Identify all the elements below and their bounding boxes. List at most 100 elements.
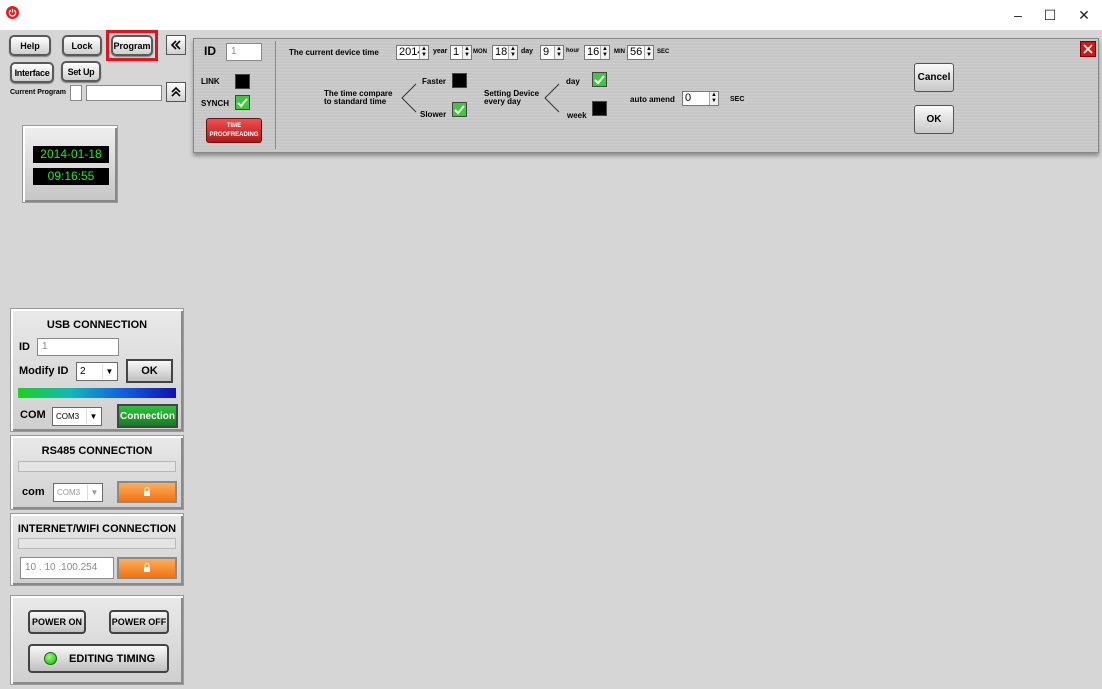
program-button[interactable]: Program	[111, 35, 153, 56]
chevron-down-icon: ▼	[87, 485, 101, 500]
usb-connection-panel: USB CONNECTION ID 1 Modify ID 2 ▼ OK COM…	[10, 308, 184, 432]
rs485-connection-panel: RS485 CONNECTION com COM3 ▼	[10, 435, 184, 510]
hour-spinner[interactable]: 9 ▲ ▼	[540, 45, 564, 60]
power-on-button[interactable]: POWER ON	[28, 610, 86, 634]
auto-amend-label: auto amend	[630, 95, 675, 104]
setting-line2: every day	[484, 97, 521, 106]
close-button[interactable]: ✕	[1064, 0, 1102, 30]
minute-label: MIN	[614, 49, 625, 55]
week-option-label: week	[567, 111, 587, 120]
setting-bracket-icon	[544, 83, 560, 113]
panel-id-field: 1	[226, 43, 262, 61]
slower-checkbox[interactable]	[452, 102, 467, 117]
month-value: 1	[453, 46, 460, 58]
spin-arrows-icon: ▲ ▼	[554, 46, 563, 59]
usb-connection-button[interactable]: Connection	[117, 404, 178, 428]
usb-status-gradient-bar	[18, 388, 176, 398]
usb-com-value: COM3	[56, 412, 80, 421]
panel-id-label: ID	[204, 44, 216, 58]
proofreading-line2: PROOFREADING	[209, 132, 259, 138]
power-off-button[interactable]: POWER OFF	[109, 610, 169, 634]
rs485-com-value: COM3	[57, 488, 81, 497]
lock-icon	[144, 563, 150, 572]
chevron-down-icon: ▼	[86, 409, 100, 424]
hour-value: 9	[543, 46, 550, 58]
rs485-status-bar	[18, 461, 176, 472]
time-proofreading-button[interactable]: TIME PROOFREADING	[206, 118, 262, 143]
auto-amend-value: 0	[685, 92, 692, 104]
spin-arrows-icon: ▲ ▼	[419, 46, 428, 59]
auto-amend-spinner[interactable]: 0 ▲ ▼	[682, 91, 719, 106]
second-label: SEC	[657, 49, 670, 55]
chevron-down-icon: ▼	[102, 364, 116, 379]
help-button[interactable]: Help	[9, 35, 51, 56]
compare-line2: to standard time	[324, 97, 387, 106]
clock-display: 2014-01-18 09:16:55	[22, 125, 118, 203]
clock-time: 09:16:55	[33, 168, 109, 185]
program-color-box[interactable]	[70, 85, 82, 101]
faster-checkbox[interactable]	[452, 73, 467, 88]
editing-timing-label: EDITING TIMING	[69, 652, 156, 665]
internet-lock-button[interactable]	[117, 557, 177, 579]
internet-connection-title: INTERNET/WIFI CONNECTION	[17, 523, 177, 535]
internet-status-bar	[18, 538, 176, 549]
rs485-com-select[interactable]: COM3 ▼	[53, 483, 103, 502]
usb-id-label: ID	[19, 341, 30, 353]
editing-timing-button[interactable]: EDITING TIMING	[28, 644, 169, 673]
internet-connection-panel: INTERNET/WIFI CONNECTION 10 . 10 .100.25…	[10, 513, 184, 586]
day-option-label: day	[566, 77, 580, 86]
month-spinner[interactable]: 1 ▲ ▼	[450, 45, 472, 60]
left-panel: Help Lock Program Interface Set Up Curre…	[0, 30, 190, 689]
auto-amend-unit: SEC	[730, 96, 745, 103]
month-label: MON	[473, 49, 487, 55]
ip-address-field[interactable]: 10 . 10 .100.254	[20, 557, 114, 579]
link-checkbox[interactable]	[235, 74, 250, 89]
current-program-field[interactable]	[86, 85, 162, 101]
compare-bracket-icon	[401, 83, 417, 113]
modify-id-value: 2	[80, 366, 86, 377]
lock-button[interactable]: Lock	[62, 35, 102, 56]
usb-com-select[interactable]: COM3 ▼	[52, 407, 102, 426]
ok-button[interactable]: OK	[914, 105, 954, 134]
rs485-lock-button[interactable]	[117, 481, 177, 503]
synch-checkbox[interactable]	[235, 95, 250, 110]
synch-label: SYNCH	[201, 99, 230, 108]
day-spinner[interactable]: 18 ▲ ▼	[492, 45, 518, 60]
current-time-label: The current device time	[289, 48, 379, 57]
year-label: year	[433, 48, 448, 55]
day-value: 18	[495, 46, 508, 58]
day-option-checkbox[interactable]	[592, 72, 607, 87]
link-label: LINK	[201, 77, 220, 86]
modify-id-select[interactable]: 2 ▼	[76, 362, 118, 381]
close-icon	[1083, 44, 1093, 54]
setup-button[interactable]: Set Up	[61, 61, 101, 82]
cancel-button[interactable]: Cancel	[914, 63, 954, 92]
minute-spinner[interactable]: 16 ▲ ▼	[584, 45, 610, 60]
second-spinner[interactable]: 56 ▲ ▼	[627, 45, 654, 60]
usb-com-label: COM	[20, 409, 46, 421]
usb-id-field: 1	[37, 338, 119, 356]
spin-arrows-icon: ▲ ▼	[600, 46, 609, 59]
modify-id-label: Modify ID	[19, 365, 69, 377]
modify-id-ok-button[interactable]: OK	[126, 359, 173, 383]
panel-divider	[275, 41, 276, 149]
spin-arrows-icon: ▲ ▼	[462, 46, 471, 59]
lock-icon	[144, 487, 150, 496]
power-app-icon	[6, 6, 19, 19]
panel-close-button[interactable]	[1080, 41, 1096, 57]
usb-connection-title: USB CONNECTION	[46, 319, 148, 331]
spin-arrows-icon: ▲ ▼	[644, 46, 653, 59]
title-bar: – ☐ ✕	[0, 0, 1102, 30]
slower-label: Slower	[420, 110, 447, 119]
year-spinner[interactable]: 2014 ▲ ▼	[396, 45, 429, 60]
main-area: ID 1 The current device time 2014 ▲ ▼ year…	[190, 30, 1102, 689]
week-option-checkbox[interactable]	[592, 101, 607, 116]
faster-label: Faster	[422, 77, 447, 86]
check-icon	[594, 75, 605, 85]
day-label: day	[521, 48, 534, 55]
collapse-left-icon[interactable]	[166, 35, 186, 55]
minute-value: 16	[587, 46, 600, 58]
collapse-up-icon[interactable]	[166, 82, 186, 102]
hour-label: hour	[566, 48, 580, 54]
interface-button[interactable]: Interface	[10, 62, 54, 83]
